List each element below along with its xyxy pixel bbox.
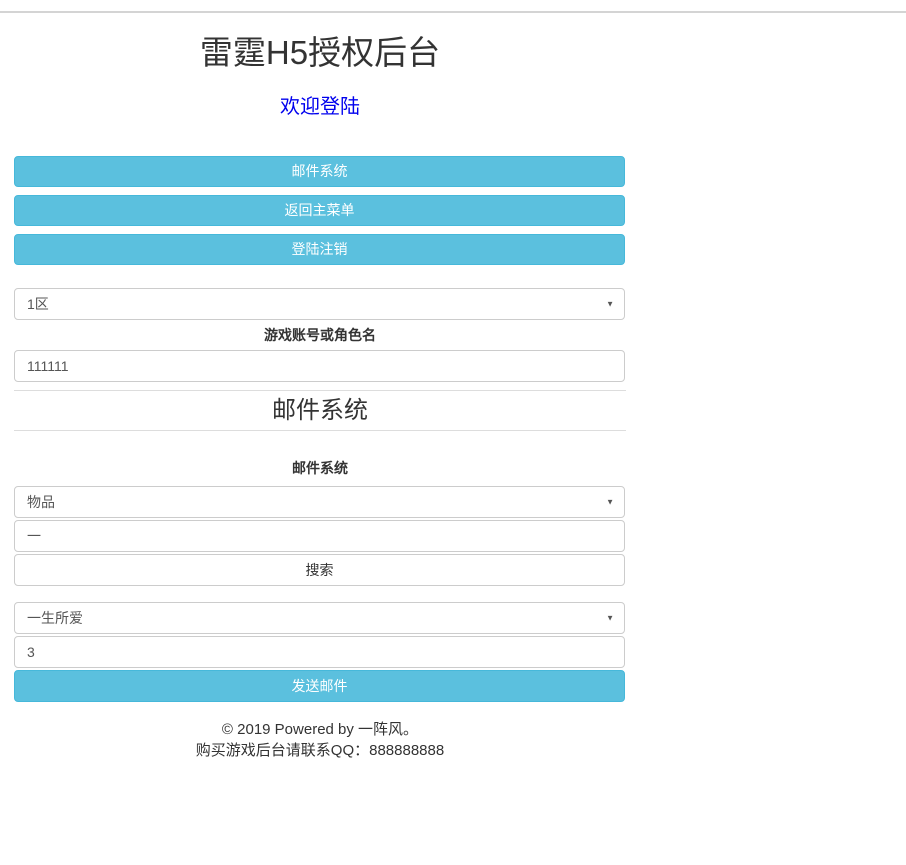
mail-form-label: 邮件系统 (0, 458, 640, 478)
page-footer: © 2019 Powered by 一阵风。 购买游戏后台请联系QQ：88888… (0, 720, 640, 761)
category-select[interactable]: 物品 (14, 486, 625, 518)
account-label: 游戏账号或角色名 (0, 325, 640, 345)
account-input[interactable] (14, 350, 625, 382)
quantity-input[interactable] (14, 636, 625, 668)
nav-button-logout[interactable]: 登陆注销 (14, 234, 625, 265)
search-input-wrap (14, 520, 626, 552)
send-mail-button[interactable]: 发送邮件 (14, 670, 625, 702)
footer-contact-qq: 购买游戏后台请联系QQ：888888888 (0, 741, 640, 761)
category-select-wrap: 物品 ▼ (14, 486, 626, 518)
item-select[interactable]: 一生所爱 (14, 602, 625, 634)
main-container: 雷霆H5授权后台 欢迎登陆 邮件系统 返回主菜单 登陆注销 1区 ▼ 游戏账号或… (0, 33, 640, 761)
search-button[interactable]: 搜索 (14, 554, 625, 586)
nav-button-main-menu[interactable]: 返回主菜单 (14, 195, 625, 226)
page-title: 雷霆H5授权后台 (0, 33, 640, 73)
nav-button-mail-system[interactable]: 邮件系统 (14, 156, 625, 187)
footer-copyright: © 2019 Powered by 一阵风。 (0, 720, 640, 740)
nav-button-group: 邮件系统 返回主菜单 登陆注销 (0, 156, 640, 265)
mail-section-header: 邮件系统 (14, 390, 626, 431)
search-input[interactable] (14, 520, 625, 552)
server-select-wrap: 1区 ▼ (14, 288, 626, 320)
server-select[interactable]: 1区 (14, 288, 625, 320)
mail-section-heading: 邮件系统 (14, 397, 626, 425)
account-input-wrap (14, 350, 626, 382)
quantity-input-wrap (14, 636, 626, 668)
item-select-wrap: 一生所爱 ▼ (14, 602, 626, 634)
welcome-login-link[interactable]: 欢迎登陆 (0, 90, 640, 119)
page-top-divider (0, 11, 906, 13)
